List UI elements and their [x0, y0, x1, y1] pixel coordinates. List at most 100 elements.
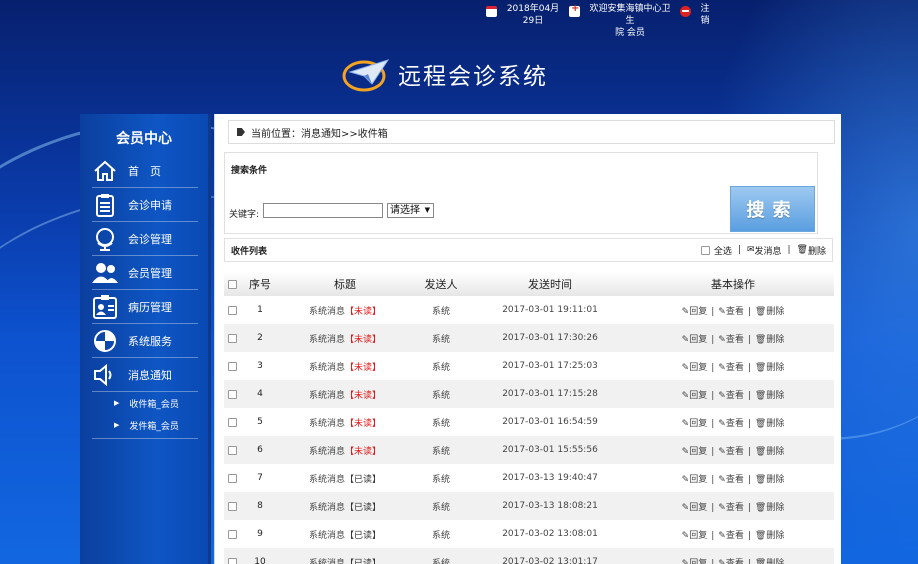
sidebar-item-records[interactable]: 病历管理 — [92, 290, 198, 324]
view-link[interactable]: 查看 — [726, 335, 744, 345]
view-icon[interactable]: ✎ — [718, 559, 726, 564]
view-icon[interactable]: ✎ — [718, 503, 726, 513]
select-all-label[interactable]: 全选 — [714, 244, 732, 257]
view-link[interactable]: 查看 — [726, 363, 744, 373]
reply-link[interactable]: 回复 — [689, 363, 707, 373]
delete-link[interactable]: 删除 — [766, 391, 784, 401]
search-button[interactable]: 搜索 — [730, 186, 815, 232]
header-checkbox[interactable] — [227, 279, 237, 289]
view-link[interactable]: 查看 — [726, 307, 744, 317]
delete-link[interactable]: 删除 — [766, 475, 784, 485]
row-checkbox[interactable] — [227, 333, 237, 343]
row-checkbox[interactable] — [227, 529, 237, 539]
logout-line-2[interactable]: 销 — [697, 15, 713, 27]
logout-icon[interactable] — [680, 6, 691, 17]
view-link[interactable]: 查看 — [726, 475, 744, 485]
row-title-text[interactable]: 系统消息 — [309, 503, 345, 513]
row-title[interactable]: 系统消息【未读】 — [276, 304, 414, 317]
view-icon[interactable]: ✎ — [718, 447, 726, 457]
trash-icon[interactable]: 🗑 — [755, 419, 766, 429]
view-icon[interactable]: ✎ — [718, 391, 726, 401]
send-icon[interactable]: ✉ — [747, 245, 755, 255]
reply-link[interactable]: 回复 — [689, 419, 707, 429]
view-icon[interactable]: ✎ — [718, 335, 726, 345]
view-link[interactable]: 查看 — [726, 531, 744, 541]
view-link[interactable]: 查看 — [726, 419, 744, 429]
trash-icon[interactable]: 🗑 — [755, 363, 766, 373]
delete-link[interactable]: 删除 — [766, 559, 784, 564]
sidebar-item-member-manage[interactable]: 会员管理 — [92, 256, 198, 290]
category-select[interactable]: 请选择 ▼ — [387, 203, 434, 218]
view-icon[interactable]: ✎ — [718, 307, 726, 317]
delete-link[interactable]: 删除 — [766, 503, 784, 513]
row-title[interactable]: 系统消息【已读】 — [276, 500, 414, 513]
trash-icon[interactable]: 🗑 — [755, 559, 766, 564]
reply-link[interactable]: 回复 — [689, 447, 707, 457]
row-checkbox[interactable] — [227, 361, 237, 371]
reply-link[interactable]: 回复 — [689, 503, 707, 513]
view-icon[interactable]: ✎ — [718, 363, 726, 373]
row-title[interactable]: 系统消息【未读】 — [276, 360, 414, 373]
trash-icon[interactable]: 🗑 — [755, 307, 766, 317]
row-title[interactable]: 系统消息【未读】 — [276, 444, 414, 457]
reply-link[interactable]: 回复 — [689, 531, 707, 541]
row-title-text[interactable]: 系统消息 — [309, 475, 345, 485]
row-checkbox[interactable] — [227, 557, 237, 564]
sidebar-subitem-inbox[interactable]: ▶ 收件箱_会员 — [114, 392, 198, 414]
view-link[interactable]: 查看 — [726, 391, 744, 401]
sidebar-item-home[interactable]: 首 页 — [92, 154, 198, 188]
trash-icon[interactable]: 🗑 — [755, 447, 766, 457]
delete-link[interactable]: 删除 — [766, 447, 784, 457]
keyword-input[interactable] — [263, 203, 383, 218]
reply-link[interactable]: 回复 — [689, 559, 707, 564]
delete-selected-link[interactable]: 删除 — [808, 244, 826, 257]
view-link[interactable]: 查看 — [726, 447, 744, 457]
row-title[interactable]: 系统消息【未读】 — [276, 388, 414, 401]
delete-link[interactable]: 删除 — [766, 419, 784, 429]
sidebar-item-consult-manage[interactable]: 会诊管理 — [92, 222, 198, 256]
logout-link[interactable]: 注 销 — [680, 3, 713, 27]
reply-link[interactable]: 回复 — [689, 307, 707, 317]
delete-link[interactable]: 删除 — [766, 335, 784, 345]
view-icon[interactable]: ✎ — [718, 531, 726, 541]
row-checkbox[interactable] — [227, 389, 237, 399]
row-title-text[interactable]: 系统消息 — [309, 531, 345, 541]
select-all-checkbox[interactable] — [700, 245, 710, 255]
row-title-text[interactable]: 系统消息 — [309, 447, 345, 457]
trash-icon[interactable]: 🗑 — [755, 503, 766, 513]
view-icon[interactable]: ✎ — [718, 419, 726, 429]
row-checkbox[interactable] — [227, 501, 237, 511]
row-checkbox[interactable] — [227, 473, 237, 483]
row-title-text[interactable]: 系统消息 — [309, 335, 345, 345]
row-title-text[interactable]: 系统消息 — [309, 391, 345, 401]
row-checkbox[interactable] — [227, 305, 237, 315]
view-link[interactable]: 查看 — [726, 559, 744, 564]
delete-link[interactable]: 删除 — [766, 531, 784, 541]
row-title-text[interactable]: 系统消息 — [309, 307, 345, 317]
row-checkbox[interactable] — [227, 417, 237, 427]
row-title[interactable]: 系统消息【已读】 — [276, 528, 414, 541]
row-title[interactable]: 系统消息【未读】 — [276, 332, 414, 345]
reply-link[interactable]: 回复 — [689, 391, 707, 401]
trash-icon[interactable]: 🗑 — [755, 531, 766, 541]
trash-icon[interactable]: 🗑 — [797, 245, 808, 255]
sidebar-item-system-service[interactable]: 系统服务 — [92, 324, 198, 358]
logout-line-1[interactable]: 注 — [697, 3, 713, 15]
row-checkbox[interactable] — [227, 445, 237, 455]
sidebar-subitem-outbox[interactable]: ▶ 发件箱_会员 — [114, 414, 198, 436]
delete-link[interactable]: 删除 — [766, 363, 784, 373]
trash-icon[interactable]: 🗑 — [755, 475, 766, 485]
sidebar-item-notifications[interactable]: 消息通知 — [92, 358, 198, 392]
trash-icon[interactable]: 🗑 — [755, 335, 766, 345]
row-title[interactable]: 系统消息【未读】 — [276, 416, 414, 429]
view-link[interactable]: 查看 — [726, 503, 744, 513]
row-title-text[interactable]: 系统消息 — [309, 419, 345, 429]
row-title-text[interactable]: 系统消息 — [309, 559, 345, 564]
row-title-text[interactable]: 系统消息 — [309, 363, 345, 373]
sidebar-item-consult-apply[interactable]: 会诊申请 — [92, 188, 198, 222]
send-message-link[interactable]: 发消息 — [754, 244, 781, 257]
reply-link[interactable]: 回复 — [689, 335, 707, 345]
delete-link[interactable]: 删除 — [766, 307, 784, 317]
row-title[interactable]: 系统消息【已读】 — [276, 556, 414, 564]
trash-icon[interactable]: 🗑 — [755, 391, 766, 401]
